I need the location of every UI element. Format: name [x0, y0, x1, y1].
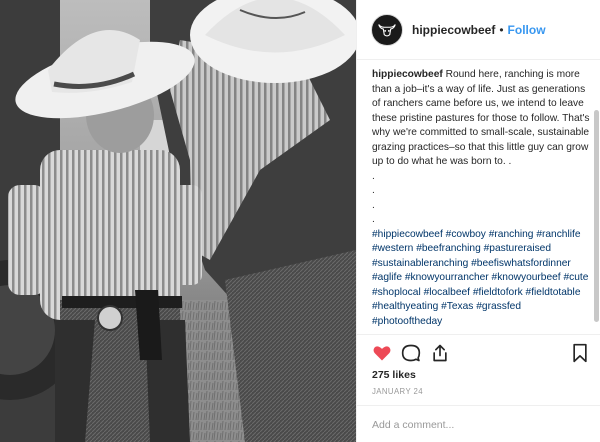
- post-date[interactable]: JANUARY 24: [372, 387, 423, 396]
- hashtag-link[interactable]: #cute: [563, 272, 588, 283]
- hashtag-link[interactable]: #Texas: [441, 301, 473, 312]
- caption-text: Round here, ranching is more than a job–…: [372, 69, 590, 167]
- post-header: hippiecowbeef • Follow: [357, 0, 600, 60]
- post-photo[interactable]: [0, 0, 356, 442]
- hashtag-link[interactable]: #knowyourbeef: [492, 272, 561, 283]
- hashtag-link[interactable]: #ranching: [489, 229, 534, 240]
- caption-dot: .: [372, 214, 375, 225]
- hashtag-link[interactable]: #photooftheday: [372, 316, 442, 327]
- hashtag-link[interactable]: #grassfed: [476, 301, 521, 312]
- share-icon[interactable]: [430, 343, 450, 363]
- header-username[interactable]: hippiecowbeef: [412, 23, 495, 37]
- photo-illustration: [0, 0, 356, 442]
- caption-dot: .: [372, 199, 375, 211]
- bull-skull-icon: [378, 23, 396, 37]
- hashtag-link[interactable]: #aglife: [372, 272, 402, 283]
- hashtag-link[interactable]: #healthyeating: [372, 301, 438, 312]
- hashtag-link[interactable]: #shoplocal: [372, 287, 421, 298]
- avatar[interactable]: [371, 13, 403, 46]
- comment-icon[interactable]: [401, 343, 421, 363]
- hashtag-link[interactable]: #knowyourrancher: [405, 272, 489, 283]
- bookmark-icon[interactable]: [570, 343, 590, 363]
- follow-button[interactable]: Follow: [508, 23, 546, 37]
- post-side-panel: hippiecowbeef • Follow hippiecowbeef Rou…: [356, 0, 600, 442]
- hashtag-link[interactable]: #pastureraised: [484, 243, 551, 254]
- hashtag-list: #hippiecowbeef #cowboy #ranching #ranchl…: [372, 228, 590, 330]
- caption: hippiecowbeef Round here, ranching is mo…: [372, 68, 590, 329]
- action-icon-row: [372, 343, 590, 365]
- caption-area: hippiecowbeef Round here, ranching is mo…: [357, 60, 595, 334]
- hashtag-link[interactable]: #cowboy: [446, 229, 486, 240]
- hashtag-link[interactable]: #hippiecowbeef: [372, 229, 443, 240]
- hashtag-link[interactable]: #beefranching: [416, 243, 481, 254]
- caption-scrollbar[interactable]: [594, 110, 599, 322]
- caption-dot: .: [372, 185, 375, 196]
- likes-count[interactable]: 275 likes: [372, 369, 416, 381]
- hashtag-link[interactable]: #fieldtofork: [473, 287, 523, 298]
- hashtag-link[interactable]: #localbeef: [424, 287, 470, 298]
- caption-username[interactable]: hippiecowbeef: [372, 69, 443, 80]
- comment-input[interactable]: [372, 416, 586, 434]
- hashtag-link[interactable]: #fieldtotable: [526, 287, 581, 298]
- heart-icon[interactable]: [372, 343, 392, 363]
- caption-dot: .: [372, 170, 375, 182]
- hashtag-link[interactable]: #beefiswhatsfordinner: [471, 258, 571, 269]
- hashtag-link[interactable]: #sustainableranching: [372, 258, 468, 269]
- hashtag-link[interactable]: #ranchlife: [536, 229, 580, 240]
- instagram-post: hippiecowbeef • Follow hippiecowbeef Rou…: [0, 0, 600, 442]
- header-separator: •: [499, 22, 504, 37]
- hashtag-link[interactable]: #western: [372, 243, 413, 254]
- comment-box: [357, 405, 600, 442]
